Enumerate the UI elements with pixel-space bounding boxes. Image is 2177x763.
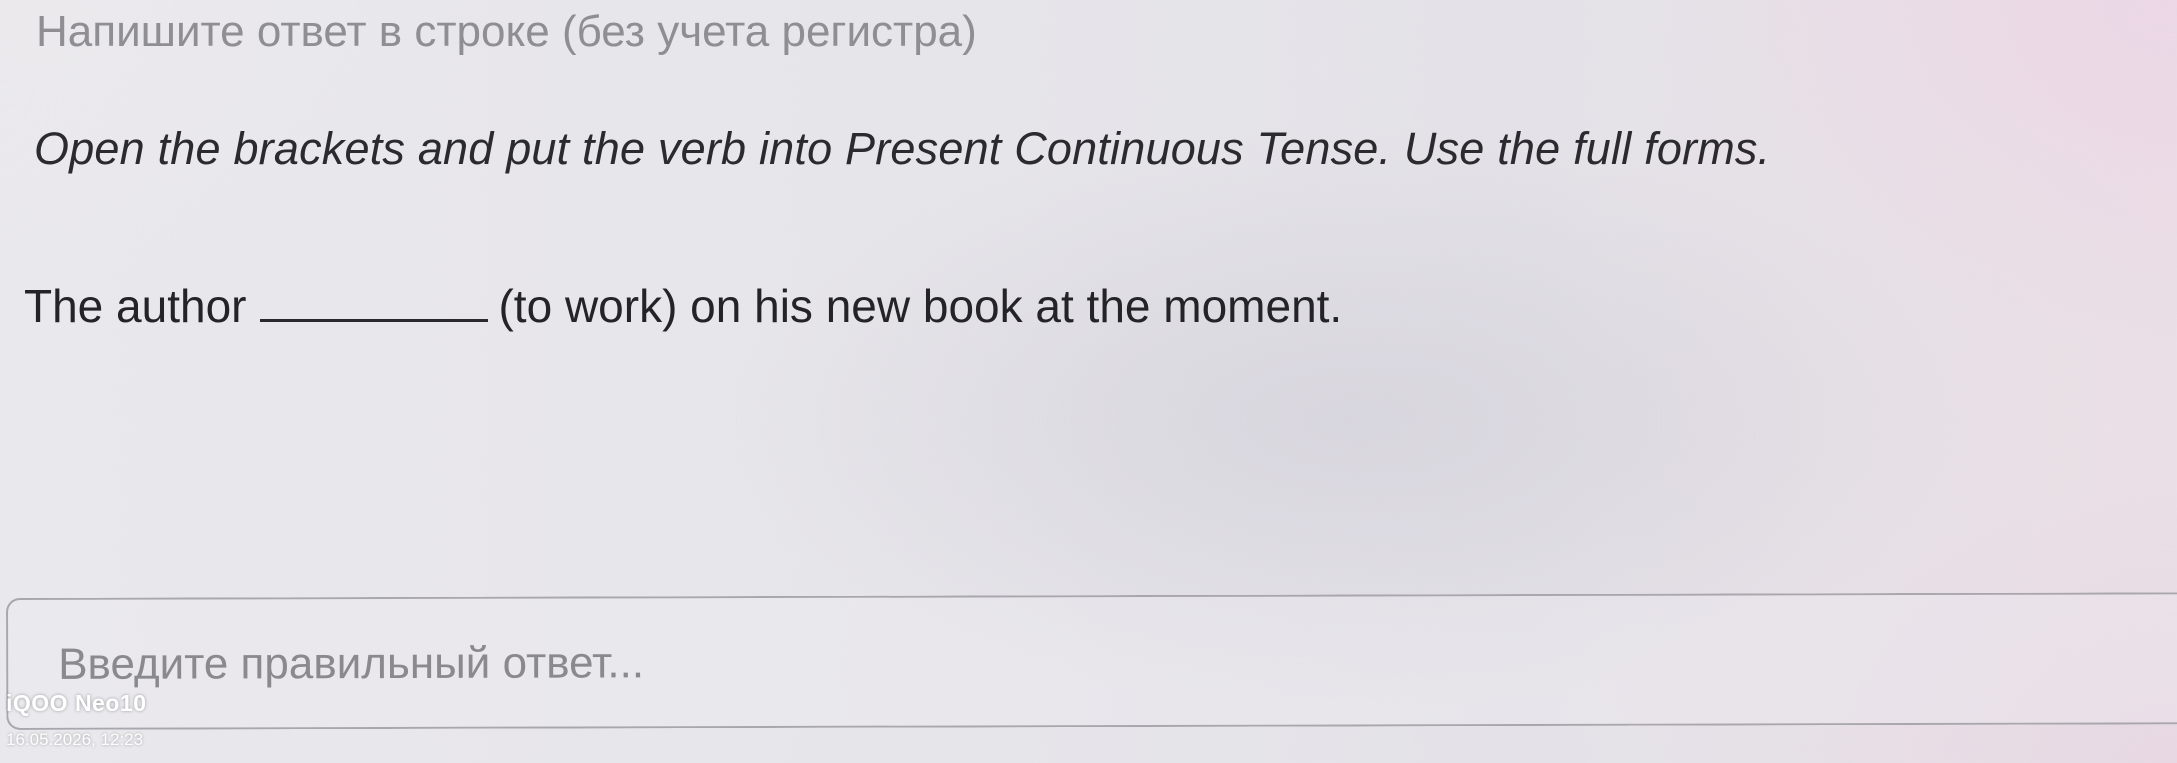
answer-field[interactable] [6, 592, 2177, 730]
exercise-sentence: The author (to work) on his new book at t… [24, 274, 1342, 338]
task-instruction: Open the brackets and put the verb into … [34, 123, 1771, 174]
camera-watermark: iQOO Neo10 16.05.2026, 12:23 [6, 690, 146, 750]
sentence-after-gap: (to work) on his new book at the moment. [498, 280, 1343, 332]
sentence-before-gap: The author [24, 280, 247, 332]
answer-input[interactable] [56, 624, 1461, 702]
answer-gap [260, 275, 489, 322]
task-title: Напишите ответ в строке (без учета регис… [36, 7, 977, 56]
watermark-device: iQOO Neo10 [6, 690, 147, 716]
watermark-datetime: 16.05.2026, 12:23 [6, 730, 144, 749]
